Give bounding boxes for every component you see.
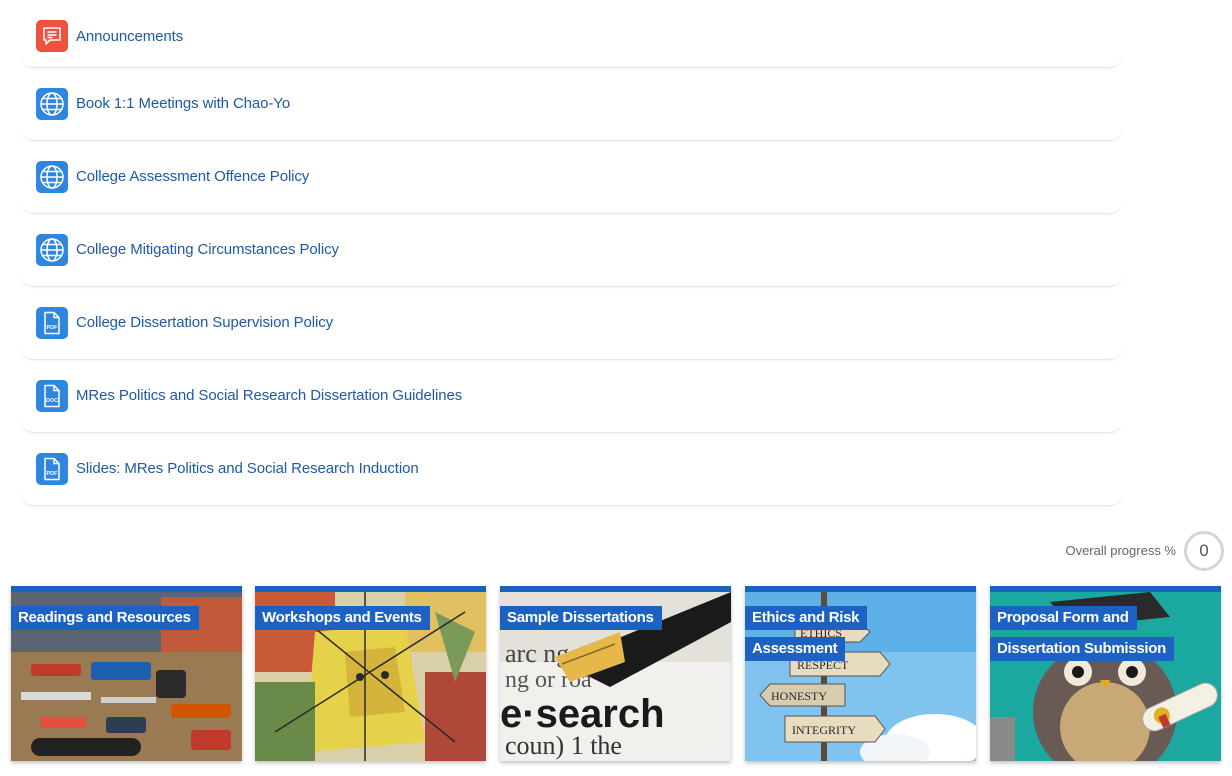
activity-link[interactable]: Book 1:1 Meetings with Chao-Yo [76,95,290,112]
globe-icon[interactable] [36,88,68,120]
tile-title: Readings and Resources [11,602,199,633]
activity-link[interactable]: College Assessment Offence Policy [76,168,309,185]
svg-text:coun) 1 the: coun) 1 the [505,731,622,760]
activity-row-announcements: Announcements [20,0,1123,68]
tile-title: Ethics and Risk Assessment [745,602,950,664]
honesty-sign-text: HONESTY [771,689,827,703]
tile-readings-and-resources[interactable]: Readings and Resources [11,586,242,761]
globe-icon[interactable] [36,234,68,266]
pdf-file-icon[interactable]: PDF [36,307,68,339]
activity-row-booking: Book 1:1 Meetings with Chao-Yo [20,68,1123,141]
activity-link[interactable]: MRes Politics and Social Research Disser… [76,387,462,404]
activity-link[interactable]: College Mitigating Circumstances Policy [76,241,339,258]
tile-title: Sample Dissertations [500,602,662,633]
svg-text:DOC: DOC [46,398,58,404]
svg-text:PDF: PDF [47,325,59,331]
activity-row-supervision: PDF College Dissertation Supervision Pol… [20,287,1123,360]
svg-text:PDF: PDF [47,471,59,477]
globe-icon[interactable] [36,161,68,193]
tile-title: Workshops and Events [255,602,430,633]
tile-workshops-and-events[interactable]: Workshops and Events [255,586,486,761]
activity-row-mitigating: College Mitigating Circumstances Policy [20,214,1123,287]
tile-proposal-form-and-dissertation-submission[interactable]: Proposal Form and Dissertation Submissio… [990,586,1221,761]
pdf-file-icon[interactable]: PDF [36,453,68,485]
activity-link[interactable]: College Dissertation Supervision Policy [76,314,333,331]
overall-progress-indicator: 0 [1184,531,1224,571]
forum-icon[interactable] [36,20,68,52]
tile-ethics-and-risk-assessment[interactable]: ETHICS RESPECT HONESTY INTEGRITY Ethics … [745,586,976,761]
doc-file-icon[interactable]: DOC [36,380,68,412]
activity-link[interactable]: Slides: MRes Politics and Social Researc… [76,460,419,477]
overall-progress-label: Overall progress % [1065,543,1176,558]
activity-link[interactable]: Announcements [76,28,183,45]
tile-title: Proposal Form and Dissertation Submissio… [990,602,1195,664]
tile-sample-dissertations[interactable]: arc ng or ng or roa e·search coun) 1 the… [500,586,731,761]
svg-text:e·search: e·search [500,692,665,736]
activity-row-assessment-offence: College Assessment Offence Policy [20,141,1123,214]
integrity-sign-text: INTEGRITY [792,723,856,737]
activity-row-guidelines: DOC MRes Politics and Social Research Di… [20,360,1123,433]
activity-row-slides: PDF Slides: MRes Politics and Social Res… [20,433,1123,506]
activity-list: Announcements Book 1:1 Meetings with Cha… [20,0,1123,506]
